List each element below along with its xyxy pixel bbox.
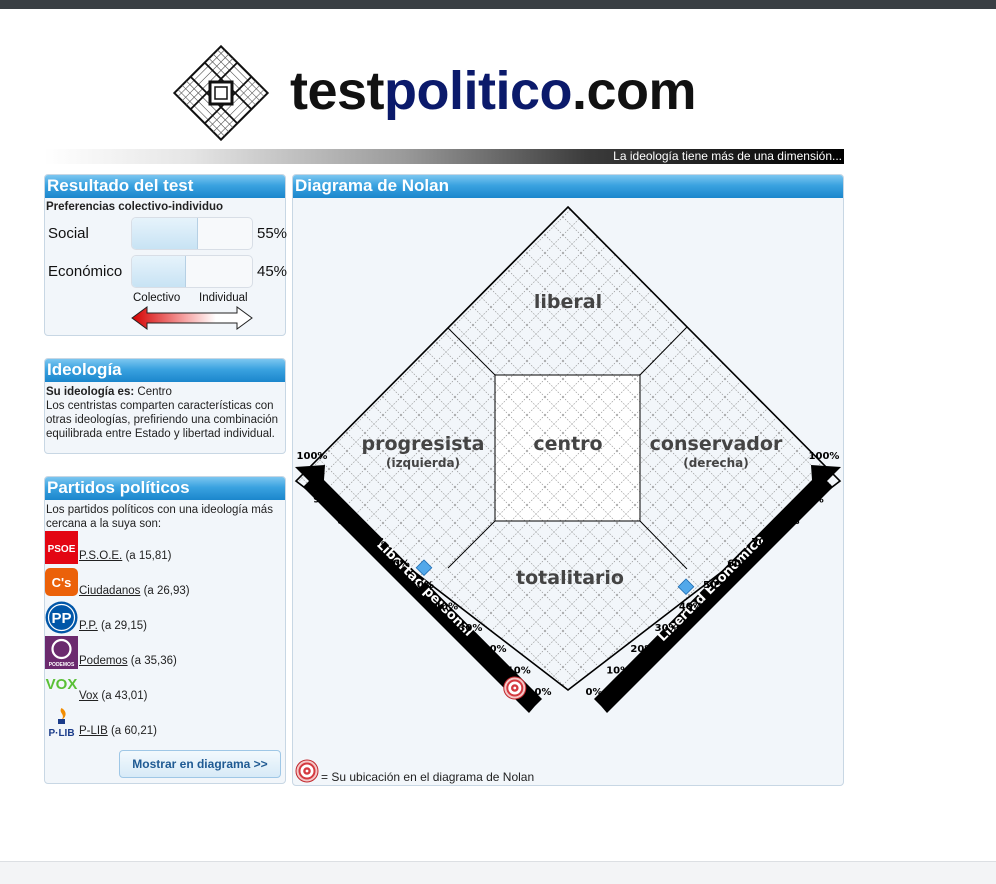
region-liberal-label: liberal	[534, 291, 602, 313]
economic-tick-label: 90%	[800, 494, 824, 505]
economic-tick-label: 80%	[776, 516, 800, 527]
svg-text:PSOE: PSOE	[48, 544, 76, 555]
ideologia-description: Los centristas comparten características…	[46, 400, 279, 440]
economico-bar-fill	[132, 256, 186, 287]
personal-tick-label: 70%	[362, 537, 386, 548]
target-icon	[295, 759, 319, 783]
economico-label: Económico	[48, 263, 123, 280]
party-link-podemos[interactable]: Podemos	[79, 655, 128, 667]
economic-tick-label: 0%	[586, 687, 603, 698]
region-progresista-sub: (izquierda)	[386, 456, 460, 470]
logo-suffix: .com	[572, 61, 697, 121]
personal-tick-label: 20%	[483, 644, 507, 655]
logo-mid: politico	[384, 61, 573, 121]
party-text-pp: P.P. (a 29,15)	[79, 620, 147, 632]
svg-text:VOX: VOX	[46, 676, 78, 693]
nolan-diagram: liberal progresista (izquierda) centro c…	[294, 205, 842, 713]
region-progresista-label: progresista	[362, 433, 485, 455]
ideologia-panel: Ideología Su ideología es: Centro Los ce…	[44, 358, 286, 454]
axis-individual-label: Individual	[199, 292, 248, 304]
podemos-logo-icon: PODEMOS	[45, 636, 78, 669]
party-link-plib[interactable]: P-LIB	[79, 725, 108, 737]
party-link-psoe[interactable]: P.S.O.E.	[79, 550, 122, 562]
economico-bar	[131, 255, 253, 288]
region-totalitario-label: totalitario	[516, 567, 624, 589]
party-distance-ciudadanos: (a 26,93)	[143, 585, 190, 597]
ideologia-title: Ideología	[45, 359, 285, 382]
party-text-psoe: P.S.O.E. (a 15,81)	[79, 550, 172, 562]
party-text-ciudadanos: Ciudadanos (a 26,93)	[79, 585, 190, 597]
plib-logo-icon: P·LIB	[48, 708, 75, 739]
ciudadanos-logo-icon: C's	[45, 568, 78, 596]
nolan-legend-text: = Su ubicación en el diagrama de Nolan	[321, 770, 535, 784]
axis-colectivo-label: Colectivo	[133, 292, 181, 304]
party-distance-vox: (a 43,01)	[101, 690, 148, 702]
nolan-legend: = Su ubicación en el diagrama de Nolan	[295, 759, 534, 784]
social-bar-fill	[132, 218, 198, 249]
party-link-ciudadanos[interactable]: Ciudadanos	[79, 585, 140, 597]
vox-logo-icon: VOX	[46, 676, 78, 693]
region-centro-label: centro	[533, 433, 602, 455]
party-text-podemos: Podemos (a 35,36)	[79, 655, 177, 667]
personal-tick-label: 30%	[458, 623, 482, 634]
personal-tick-label: 80%	[337, 516, 361, 527]
region-conservador-sub: (derecha)	[683, 456, 749, 470]
double-arrow-icon	[131, 306, 253, 330]
nolan-panel: Diagrama de Nolan liberal progresista (i…	[292, 174, 844, 786]
logo-diamond-icon	[172, 44, 270, 142]
resultado-title: Resultado del test	[45, 175, 285, 198]
economic-tick-label: 50%	[703, 580, 727, 591]
economic-tick-label: 10%	[606, 666, 630, 677]
economic-tick-label: 40%	[679, 601, 703, 612]
psoe-logo-icon: PSOE	[45, 531, 78, 564]
svg-text:PODEMOS: PODEMOS	[49, 662, 75, 668]
svg-text:P·LIB: P·LIB	[48, 728, 74, 739]
party-distance-podemos: (a 35,36)	[130, 655, 177, 667]
personal-tick-label: 50%	[410, 580, 434, 591]
party-text-vox: Vox (a 43,01)	[79, 690, 147, 702]
page-footer	[0, 861, 996, 884]
party-link-pp[interactable]: P.P.	[79, 620, 98, 632]
region-conservador-label: conservador	[650, 433, 783, 455]
party-link-vox[interactable]: Vox	[79, 690, 98, 702]
personal-tick-label: 10%	[507, 666, 531, 677]
social-percent: 55%	[257, 225, 288, 242]
personal-tick-label: 90%	[313, 494, 337, 505]
economic-tick-label: 100%	[809, 451, 840, 462]
mostrar-en-diagrama-button[interactable]: Mostrar en diagrama >>	[119, 750, 281, 778]
pp-logo-icon: PP	[45, 601, 78, 634]
resultado-subtitle: Preferencias colectivo-individuo	[46, 201, 224, 213]
ideologia-body: Su ideología es: Centro Los centristas c…	[45, 382, 285, 441]
target-icon	[503, 676, 527, 700]
party-distance-plib: (a 60,21)	[110, 725, 157, 737]
resultado-panel: Resultado del test Preferencias colectiv…	[44, 174, 288, 336]
personal-tick-label: 100%	[297, 451, 328, 462]
ideologia-lead-value: Centro	[137, 386, 172, 398]
tagline-text: La ideología tiene más de una dimensión.…	[613, 149, 842, 163]
economic-tick-label: 70%	[751, 537, 775, 548]
partidos-title: Partidos políticos	[45, 477, 285, 500]
logo-prefix: test	[290, 61, 385, 121]
social-bar	[131, 217, 253, 250]
tagline-bar: La ideología tiene más de una dimensión.…	[44, 149, 844, 164]
nolan-title: Diagrama de Nolan	[293, 175, 843, 198]
party-text-plib: P-LIB (a 60,21)	[79, 725, 157, 737]
personal-tick-label: 40%	[434, 601, 458, 612]
partidos-intro: Los partidos políticos con una ideología…	[46, 504, 273, 530]
personal-tick-label: 60%	[386, 559, 410, 570]
economic-tick-label: 30%	[655, 623, 679, 634]
personal-tick-label: 0%	[535, 687, 552, 698]
economico-percent: 45%	[257, 263, 288, 280]
partidos-panel: Partidos políticos Los partidos político…	[44, 476, 286, 784]
party-distance-psoe: (a 15,81)	[125, 550, 172, 562]
social-label: Social	[48, 225, 89, 242]
svg-text:C's: C's	[52, 575, 72, 590]
svg-text:PP: PP	[51, 610, 71, 627]
ideologia-lead-label: Su ideología es:	[46, 386, 135, 398]
party-distance-pp: (a 29,15)	[100, 620, 148, 632]
economic-tick-label: 60%	[727, 559, 751, 570]
site-logo-text[interactable]: testpolitico.com	[290, 58, 697, 124]
browser-top-bar	[0, 0, 996, 9]
economic-tick-label: 20%	[630, 644, 654, 655]
